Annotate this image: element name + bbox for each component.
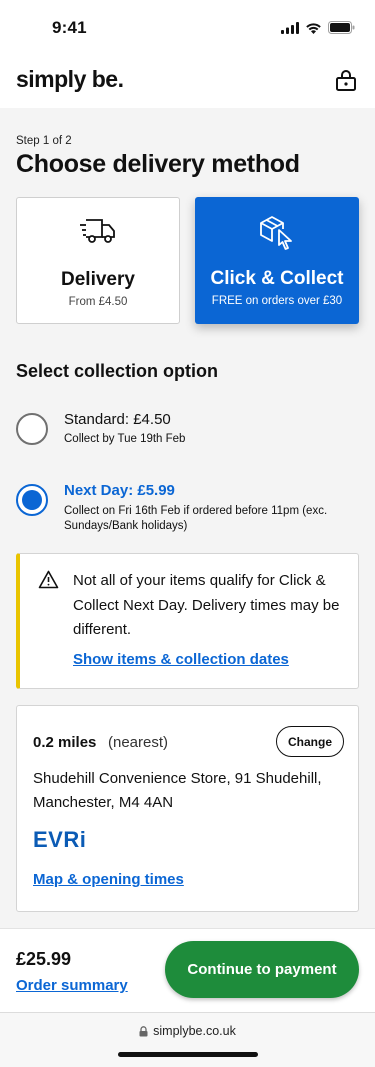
- checkout-footer: £25.99 Order summary Continue to payment: [0, 928, 375, 1012]
- nearest-label: (nearest): [108, 734, 169, 751]
- url-display[interactable]: simplybe.co.uk: [0, 1024, 375, 1038]
- click-and-collect-method-card[interactable]: Click & Collect FREE on orders over £30: [195, 197, 359, 324]
- show-items-link[interactable]: Show items & collection dates: [73, 651, 289, 668]
- warning-icon: [38, 570, 59, 589]
- truck-icon: [80, 219, 115, 243]
- url-text: simplybe.co.uk: [153, 1024, 236, 1038]
- collection-store-card: 0.2 miles (nearest) Change Shudehill Con…: [16, 705, 359, 912]
- collection-options-heading: Select collection option: [16, 361, 219, 381]
- status-time: 9:41: [52, 18, 87, 37]
- lock-bag-icon[interactable]: [334, 68, 358, 92]
- next-day-option-subtitle: Collect on Fri 16th Feb if ordered befor…: [64, 505, 328, 532]
- padlock-icon: [139, 1026, 148, 1037]
- store-address: Shudehill Convenience Store, 91 Shudehil…: [33, 770, 322, 811]
- next-day-notice: Not all of your items qualify for Click …: [16, 553, 359, 689]
- notice-text: Not all of your items qualify for Click …: [73, 572, 340, 638]
- delivery-method-card[interactable]: Delivery From £4.50: [16, 197, 180, 324]
- standard-option-radio[interactable]: [16, 413, 48, 445]
- app-header: simply be.: [0, 56, 375, 108]
- status-icons: [281, 21, 355, 34]
- battery-icon: [328, 21, 355, 34]
- next-day-option-radio[interactable]: [16, 484, 48, 516]
- order-summary-link[interactable]: Order summary: [16, 977, 128, 994]
- home-indicator[interactable]: [118, 1052, 258, 1057]
- map-opening-times-link[interactable]: Map & opening times: [33, 871, 184, 888]
- continue-to-payment-button[interactable]: Continue to payment: [165, 941, 359, 998]
- signal-icon: [281, 21, 299, 34]
- method-subtitle: FREE on orders over £30: [211, 295, 343, 307]
- change-store-button[interactable]: Change: [276, 726, 344, 757]
- standard-option-title[interactable]: Standard: £4.50: [64, 411, 171, 428]
- parcel-cursor-icon: [260, 216, 292, 250]
- next-day-option-title[interactable]: Next Day: £5.99: [64, 482, 175, 499]
- method-title: Click & Collect: [210, 268, 344, 289]
- store-distance: 0.2 miles: [33, 734, 97, 751]
- method-subtitle: From £4.50: [68, 296, 128, 308]
- method-title: Delivery: [61, 269, 135, 290]
- brand-logo[interactable]: simply be.: [16, 66, 124, 93]
- order-total: £25.99: [16, 949, 72, 969]
- wifi-icon: [306, 22, 321, 34]
- step-indicator: Step 1 of 2: [16, 135, 72, 147]
- page-title: Choose delivery method: [16, 150, 300, 178]
- main-content: Step 1 of 2 Choose delivery method Deliv…: [0, 108, 375, 928]
- standard-option-subtitle: Collect by Tue 19th Feb: [64, 433, 186, 445]
- browser-address-bar[interactable]: simplybe.co.uk: [0, 1012, 375, 1067]
- status-bar: 9:41: [0, 0, 375, 56]
- evri-logo: EVRi: [33, 827, 87, 852]
